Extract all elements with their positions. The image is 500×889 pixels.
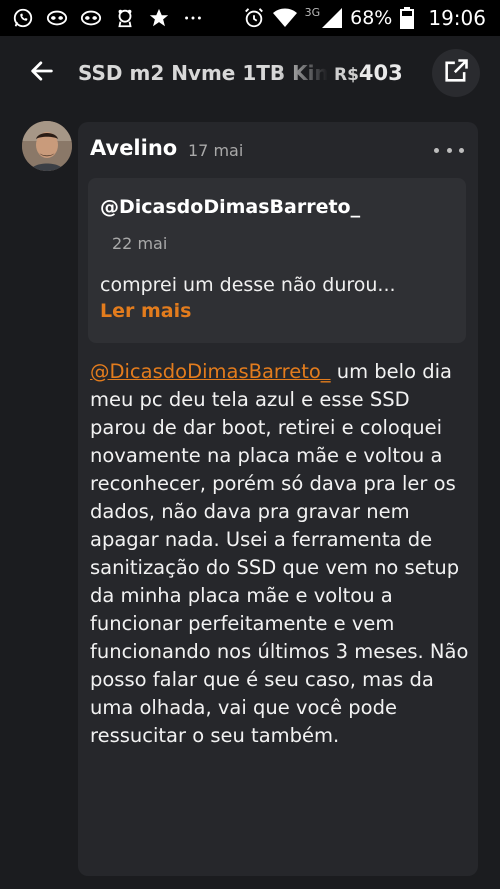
quoted-date: 22 mai <box>112 234 168 253</box>
quoted-author: @DicasdoDimasBarreto_ <box>100 196 361 218</box>
comment-body: @DicasdoDimasBarreto_ um belo dia meu pc… <box>90 358 470 750</box>
price-currency: R$ <box>334 65 359 85</box>
comment-author[interactable]: Avelino <box>90 136 177 160</box>
quoted-comment[interactable]: @DicasdoDimasBarreto_ 22 mai comprei um … <box>88 178 466 343</box>
whatsapp-icon <box>12 7 34 29</box>
battery-icon <box>400 7 415 29</box>
more-dots-icon <box>434 147 439 153</box>
open-external-button[interactable] <box>432 49 480 97</box>
bear-icon <box>114 7 136 29</box>
comment-card: Avelino 17 mai @DicasdoDimasBarreto_ 22 … <box>78 122 478 876</box>
quoted-text: comprei um desse não durou... <box>100 274 396 296</box>
back-button[interactable] <box>22 53 62 93</box>
battery-percent: 68% <box>350 7 393 29</box>
star-icon <box>148 7 170 29</box>
eye-mask-icon <box>46 7 68 29</box>
alarm-icon <box>243 7 265 29</box>
price-value: 403 <box>358 61 403 85</box>
eye-mask-icon <box>80 7 102 29</box>
comment-date: 17 mai <box>188 141 244 160</box>
mention-link[interactable]: @DicasdoDimasBarreto_ <box>90 360 331 383</box>
arrow-back-icon <box>28 57 56 89</box>
status-bar: 3G 68% 19:06 <box>0 0 500 36</box>
more-dots-icon <box>182 7 204 29</box>
more-options-button[interactable] <box>434 140 464 160</box>
more-dots-icon <box>446 147 452 153</box>
more-dots-icon <box>459 147 464 153</box>
open-external-icon <box>442 57 470 89</box>
product-title[interactable]: SSD m2 Nvme 1TB Kingspec <box>78 61 328 85</box>
app-bar: SSD m2 Nvme 1TB Kingspec R$403 <box>0 36 500 110</box>
clock: 19:06 <box>428 6 486 30</box>
avatar[interactable] <box>22 121 72 171</box>
read-more-link[interactable]: Ler mais <box>100 300 191 322</box>
signal-icon <box>322 7 343 29</box>
network-type: 3G <box>304 5 321 19</box>
product-price: R$403 <box>334 61 403 85</box>
comment-text: um belo dia meu pc deu tela azul e esse … <box>90 360 469 747</box>
wifi-icon <box>272 7 297 29</box>
